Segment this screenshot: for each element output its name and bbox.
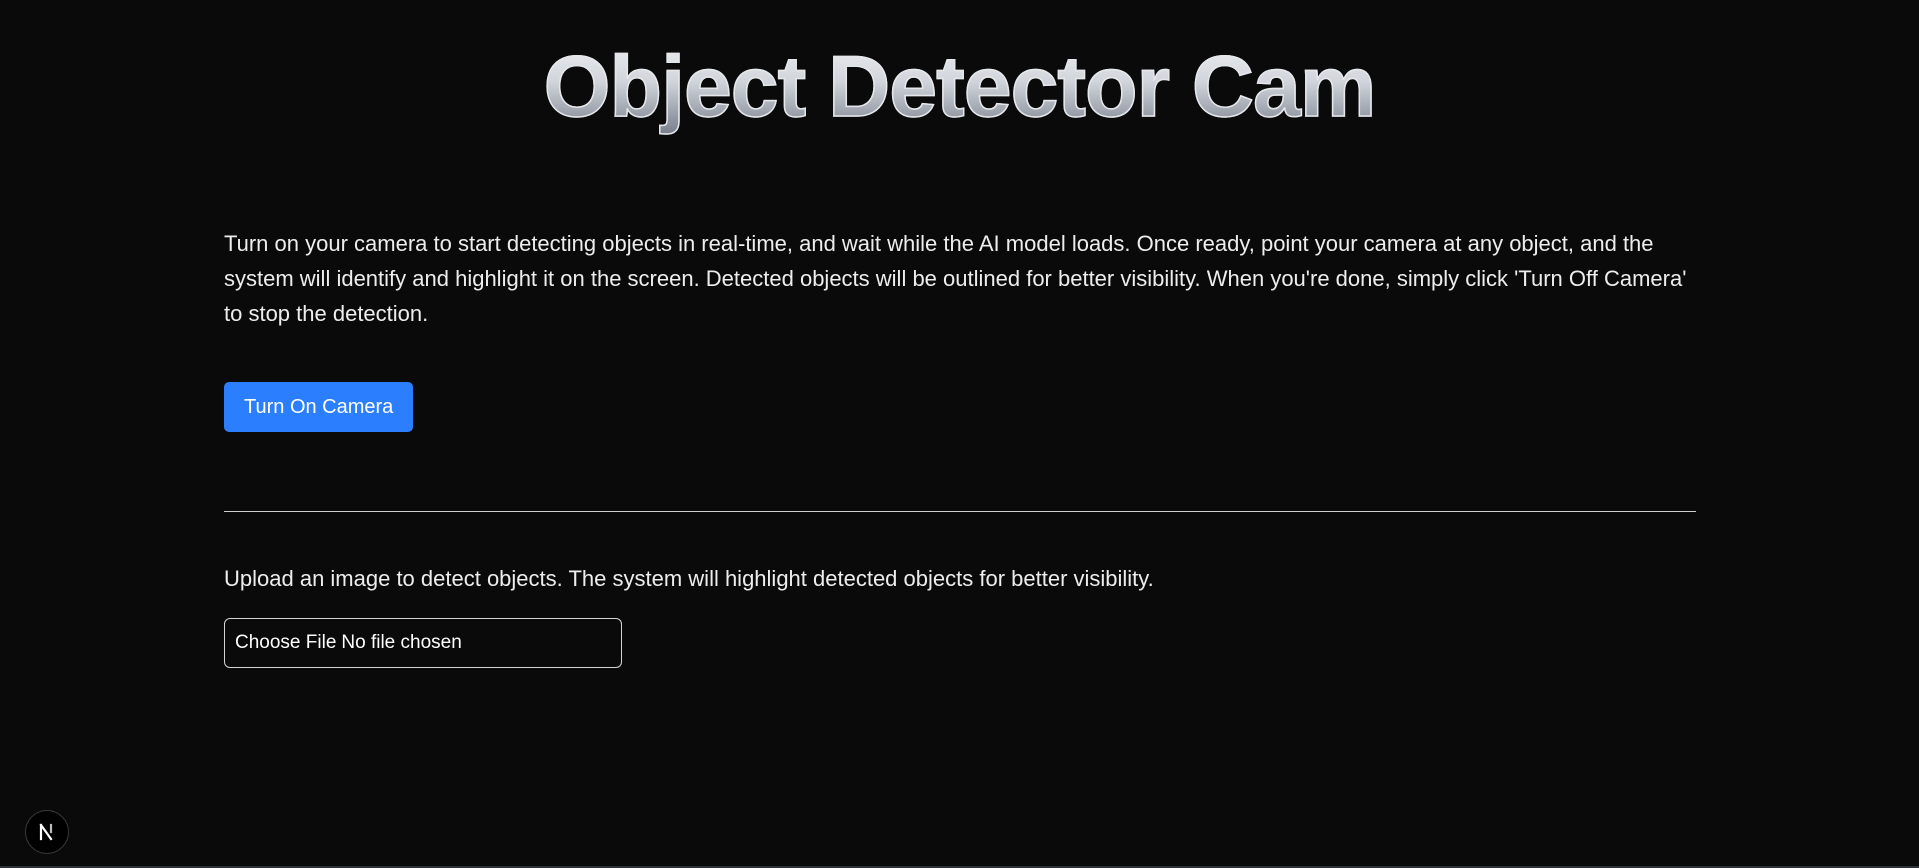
nextjs-dev-indicator[interactable] [25, 810, 69, 854]
page: Object Detector Cam Turn on your camera … [0, 0, 1919, 868]
turn-on-camera-button[interactable]: Turn On Camera [224, 382, 414, 432]
camera-instructions: Turn on your camera to start detecting o… [224, 231, 1687, 326]
upload-instructions: Upload an image to detect objects. The s… [224, 566, 1154, 591]
main-content: Turn on your camera to start detecting o… [224, 226, 1696, 668]
page-title: Object Detector Cam [0, 32, 1919, 142]
section-divider [224, 511, 1696, 512]
nextjs-logo-icon [39, 823, 53, 841]
file-upload-input[interactable]: Choose File No file chosen [224, 618, 622, 668]
file-status-text: No file chosen [341, 632, 462, 653]
choose-file-button[interactable]: Choose File [235, 632, 336, 654]
